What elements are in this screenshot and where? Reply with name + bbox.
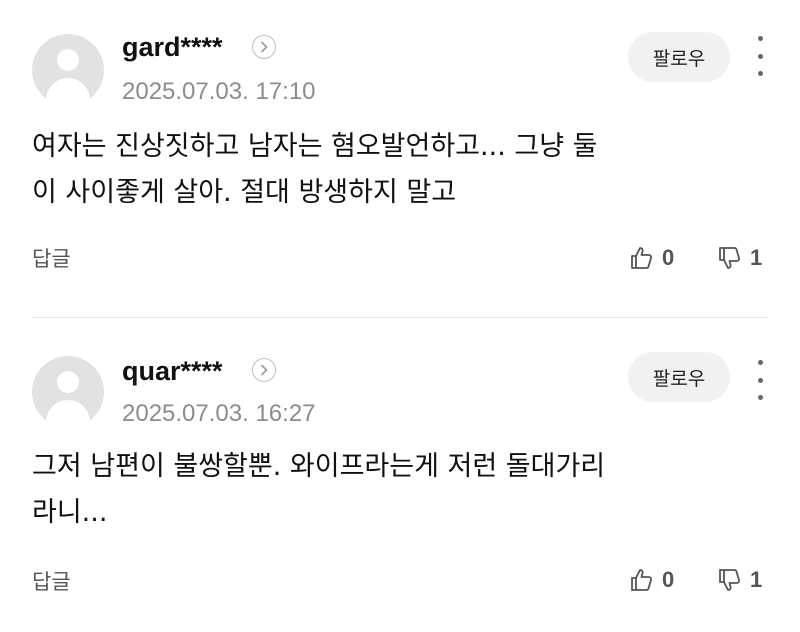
chevron-right-icon[interactable] xyxy=(252,35,276,59)
thumbs-down-icon xyxy=(719,247,741,269)
dislike-button[interactable]: 1 xyxy=(716,562,762,598)
comment-text-line: 이 사이좋게 살아. 절대 방생하지 말고 xyxy=(32,177,457,208)
timestamp: 2025.07.03. 16:27 xyxy=(122,400,316,427)
reply-button[interactable]: 답글 xyxy=(32,566,71,596)
avatar-head-shape xyxy=(57,371,79,393)
comment-text-line: 라니... xyxy=(32,497,108,528)
divider xyxy=(32,317,768,318)
avatar-body-shape xyxy=(46,78,90,106)
more-vertical-icon[interactable] xyxy=(750,36,770,76)
follow-button[interactable]: 팔로우 xyxy=(628,352,730,402)
avatar-head-shape xyxy=(57,49,79,71)
dislike-button[interactable]: 1 xyxy=(716,240,762,276)
like-button[interactable]: 0 xyxy=(628,240,674,276)
username[interactable]: gard**** xyxy=(122,32,223,63)
like-count: 0 xyxy=(662,245,675,270)
like-count: 0 xyxy=(662,567,675,592)
comment-item: quar**** 2025.07.03. 16:27 팔로우 그저 남편이 불쌍… xyxy=(0,320,800,632)
comment-text-line: 그저 남편이 불쌍할뿐. 와이프라는게 저런 돌대가리 xyxy=(32,451,606,482)
username[interactable]: quar**** xyxy=(122,356,223,387)
chevron-right-icon[interactable] xyxy=(252,358,276,382)
avatar[interactable] xyxy=(32,356,104,428)
reply-button[interactable]: 답글 xyxy=(32,243,71,273)
timestamp: 2025.07.03. 17:10 xyxy=(122,78,316,105)
dislike-count: 1 xyxy=(750,567,763,592)
like-button[interactable]: 0 xyxy=(628,562,674,598)
dislike-count: 1 xyxy=(750,245,763,270)
thumbs-down-icon xyxy=(719,569,741,591)
thumbs-up-icon xyxy=(631,247,653,269)
comment-text: 여자는 진상짓하고 남자는 혐오발언하고... 그냥 둘 이 사이좋게 살아. … xyxy=(32,124,752,216)
comment-text-line: 여자는 진상짓하고 남자는 혐오발언하고... 그냥 둘 xyxy=(32,131,598,162)
more-vertical-icon[interactable] xyxy=(750,360,770,400)
comment-item: gard**** 2025.07.03. 17:10 팔로우 여자는 진상짓하고… xyxy=(0,0,800,318)
avatar-body-shape xyxy=(46,400,90,428)
comment-text: 그저 남편이 불쌍할뿐. 와이프라는게 저런 돌대가리 라니... xyxy=(32,444,752,536)
thumbs-up-icon xyxy=(631,569,653,591)
avatar[interactable] xyxy=(32,34,104,106)
follow-button[interactable]: 팔로우 xyxy=(628,32,730,82)
